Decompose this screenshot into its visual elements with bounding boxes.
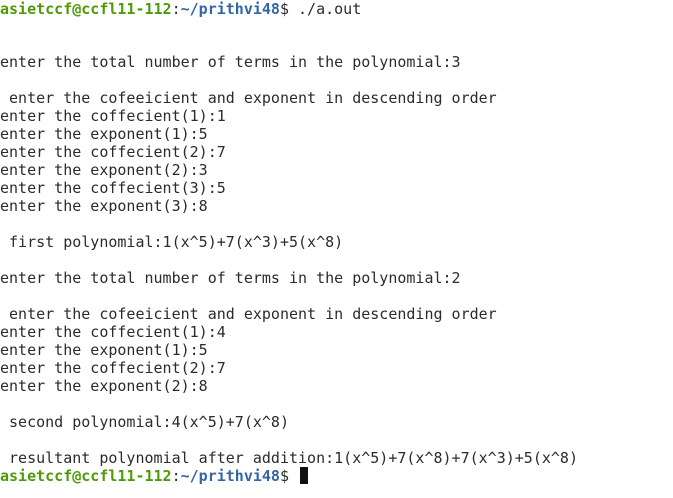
output-line: enter the coffecient(2):7: [0, 359, 226, 377]
prompt-line-1: asietccf@ccfl11-112:~/prithvi48$ ./a.out: [0, 0, 361, 18]
prompt-separator: :: [171, 467, 181, 485]
output-line: enter the coffecient(2):7: [0, 143, 226, 161]
prompt-user-host: asietccf@ccfl11-112: [0, 0, 172, 18]
output-line: enter the exponent(1):5: [0, 341, 208, 359]
prompt-symbol: $: [279, 467, 299, 485]
output-line: enter the total number of terms in the p…: [0, 269, 461, 287]
prompt-symbol: $: [279, 0, 299, 18]
output-line: enter the exponent(2):3: [0, 161, 208, 179]
output-line: enter the exponent(2):8: [0, 377, 208, 395]
output-line: resultant polynomial after addition:1(x^…: [0, 449, 578, 467]
prompt-separator: :: [171, 0, 181, 18]
prompt-line-2[interactable]: asietccf@ccfl11-112:~/prithvi48$: [0, 467, 309, 485]
prompt-path: ~/prithvi48: [180, 467, 280, 485]
output-line: second polynomial:4(x^5)+7(x^8): [0, 413, 289, 431]
output-line: enter the exponent(3):8: [0, 197, 208, 215]
prompt-user-host: asietccf@ccfl11-112: [0, 467, 172, 485]
output-line: enter the total number of terms in the p…: [0, 53, 461, 71]
output-line: first polynomial:1(x^5)+7(x^3)+5(x^8): [0, 233, 344, 251]
output-line: enter the coffecient(1):1: [0, 107, 226, 125]
terminal-window[interactable]: asietccf@ccfl11-112:~/prithvi48$ ./a.out…: [0, 0, 673, 498]
output-line: enter the coffecient(1):4: [0, 323, 226, 341]
output-line: enter the cofeeicient and exponent in de…: [0, 305, 497, 323]
prompt-path: ~/prithvi48: [180, 0, 280, 18]
output-line: enter the coffecient(3):5: [0, 179, 226, 197]
output-line: enter the exponent(1):5: [0, 125, 208, 143]
text-cursor: [300, 467, 309, 484]
output-line: enter the cofeeicient and exponent in de…: [0, 89, 497, 107]
command-text: ./a.out: [298, 0, 362, 18]
